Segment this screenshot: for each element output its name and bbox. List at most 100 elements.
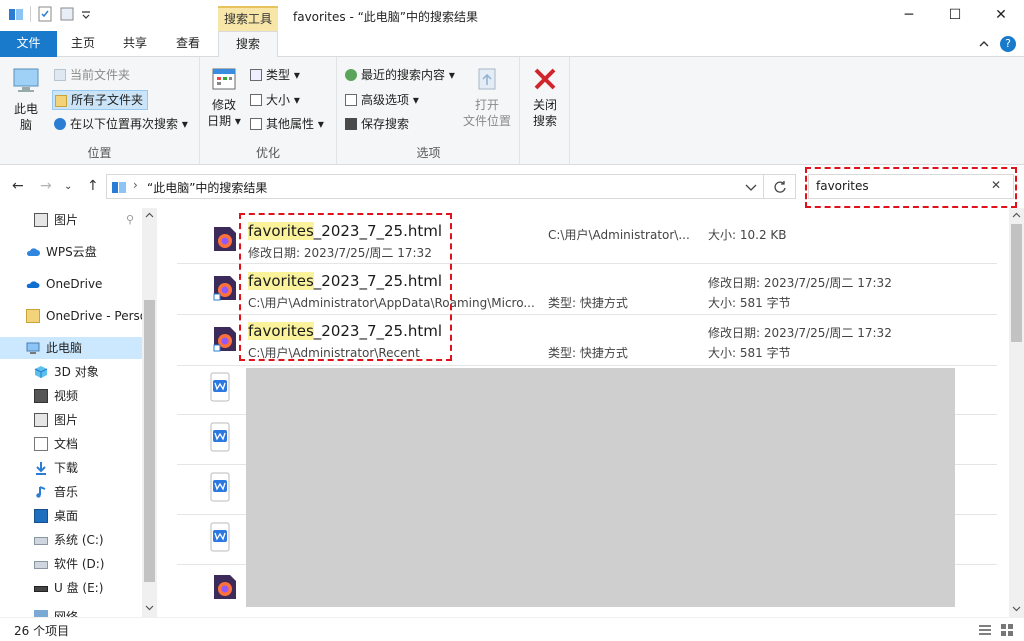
nav-label: OneDrive - Perso: [46, 309, 148, 323]
tab-share[interactable]: 共享: [114, 31, 156, 57]
open-file-location-label-1: 打开: [474, 98, 499, 112]
close-search-label-1: 关闭: [532, 98, 557, 112]
results-scrollbar[interactable]: [1009, 208, 1024, 617]
current-folder-label: 当前文件夹: [70, 68, 131, 82]
search-again-button[interactable]: 在以下位置再次搜索 ▾: [52, 114, 192, 134]
properties-icon[interactable]: [37, 6, 53, 22]
file-size: 大小: 581 字节: [708, 346, 791, 360]
chevron-down-icon[interactable]: [745, 182, 757, 192]
current-folder-button[interactable]: 当前文件夹: [52, 65, 134, 85]
drive-icon: [34, 561, 48, 569]
cloud-icon: [26, 248, 40, 256]
pictures-icon: [34, 213, 48, 227]
file-type: 类型: 快捷方式: [548, 346, 628, 360]
nav-label: 此电脑: [46, 341, 83, 355]
breadcrumb[interactable]: “此电脑”中的搜索结果: [147, 179, 267, 196]
advanced-options-button[interactable]: 高级选项 ▾: [343, 90, 423, 110]
location-group: 此电 脑 当前文件夹 所有子文件夹 在以下位置再次搜索 ▾ 位置: [0, 57, 200, 165]
explorer-icon[interactable]: [8, 6, 24, 22]
up-arrow-icon[interactable]: ↑: [87, 178, 99, 194]
folder-icon: [26, 309, 40, 323]
nav-label: 音乐: [54, 485, 79, 499]
scroll-down-icon[interactable]: [145, 605, 154, 611]
quick-access-toolbar: [8, 6, 91, 22]
refresh-icon[interactable]: [773, 180, 787, 194]
firefox-html-file-icon: [214, 575, 236, 599]
navigation-pane: 图片 ⚲ WPS云盘 OneDrive OneDrive - Perso 此电脑…: [0, 208, 157, 617]
maximize-button[interactable]: ☐: [932, 0, 978, 31]
nav-label: 文档: [54, 437, 79, 451]
this-pc-button[interactable]: 此电 脑: [6, 65, 46, 133]
kind-button[interactable]: 类型 ▾: [248, 65, 304, 85]
nav-item-pictures-pinned[interactable]: 图片 ⚲: [34, 209, 134, 231]
all-subfolders-button[interactable]: 所有子文件夹: [52, 90, 149, 110]
music-icon: [36, 486, 46, 498]
ribbon-tabs: 文件 主页 共享 查看 搜索 ?: [0, 31, 1024, 58]
download-icon: [36, 462, 46, 475]
item-count: 26 个项目: [14, 624, 70, 638]
dropdown-arrow-icon: ▾: [231, 114, 241, 128]
search-tools-context-label: 搜索工具: [218, 6, 278, 31]
help-icon[interactable]: ?: [1000, 36, 1016, 52]
large-icons-view-icon[interactable]: [1000, 623, 1014, 637]
results-scrollbar-thumb[interactable]: [1011, 224, 1022, 342]
breadcrumb-separator[interactable]: ›: [133, 178, 138, 192]
title-bar: 搜索工具 favorites - “此电脑”中的搜索结果 ─ ☐ ✕: [0, 0, 1024, 31]
desktop-icon: [34, 509, 48, 523]
firefox-shortcut-icon: [213, 327, 236, 352]
scroll-up-icon[interactable]: [1012, 212, 1021, 218]
save-icon: [345, 118, 357, 130]
forward-arrow-icon[interactable]: →: [40, 178, 52, 194]
pin-icon[interactable]: ⚲: [126, 209, 134, 231]
nav-label: 系统 (C:): [54, 533, 104, 547]
nav-label: 视频: [54, 389, 79, 403]
file-location: C:\用户\Administrator\...: [548, 228, 690, 242]
red-x-icon: [534, 68, 556, 90]
file-size: 大小: 10.2 KB: [708, 228, 787, 242]
file-size: 大小: 581 字节: [708, 296, 791, 310]
details-view-icon[interactable]: [978, 623, 992, 637]
results-highlight-annotation: [239, 213, 452, 361]
minimize-button[interactable]: ─: [886, 0, 932, 31]
dropdown-arrow-icon: ▾: [290, 93, 300, 107]
tab-view[interactable]: 查看: [167, 31, 209, 57]
date-modified-button[interactable]: 修改 日期 ▾: [206, 65, 242, 129]
address-bar[interactable]: › “此电脑”中的搜索结果: [106, 174, 796, 199]
tab-home[interactable]: 主页: [62, 31, 104, 57]
computer-icon: [26, 342, 40, 354]
recent-searches-button[interactable]: 最近的搜索内容 ▾: [343, 65, 459, 85]
nav-item-this-pc[interactable]: 此电脑: [0, 337, 142, 359]
close-button[interactable]: ✕: [978, 0, 1024, 31]
pictures-icon: [34, 413, 48, 427]
close-search-label-2: 搜索: [532, 114, 557, 128]
open-location-icon: [478, 68, 496, 90]
history-chevron-icon[interactable]: ⌄: [64, 181, 72, 192]
size-button[interactable]: 大小 ▾: [248, 90, 304, 110]
advanced-options-icon: [345, 94, 357, 106]
wps-writer-icon: [210, 422, 230, 452]
search-again-label: 在以下位置再次搜索: [70, 117, 179, 131]
date-modified-label-2-text: 日期: [207, 114, 232, 128]
scroll-up-icon[interactable]: [145, 212, 154, 218]
back-arrow-icon[interactable]: ←: [12, 178, 24, 194]
dropdown-arrow-icon: ▾: [445, 68, 455, 82]
dropdown-arrow-icon: ▾: [178, 117, 188, 131]
options-group: 最近的搜索内容 ▾ 高级选项 ▾ 保存搜索 打开 文件位置 选项: [337, 57, 520, 165]
save-search-button[interactable]: 保存搜索: [343, 114, 413, 134]
scroll-down-icon[interactable]: [1012, 606, 1021, 612]
close-search-button[interactable]: 关闭 搜索: [524, 65, 566, 129]
new-folder-icon[interactable]: [59, 6, 75, 22]
document-icon: [34, 437, 48, 451]
tab-search[interactable]: 搜索: [218, 31, 278, 58]
firefox-html-file-icon: [214, 227, 236, 251]
other-properties-button[interactable]: 其他属性 ▾: [248, 114, 328, 134]
nav-label: 图片: [54, 213, 79, 227]
tab-file[interactable]: 文件: [0, 31, 57, 57]
size-label: 大小: [266, 93, 291, 107]
open-file-location-button[interactable]: 打开 文件位置: [461, 65, 513, 129]
nav-label: 3D 对象: [54, 365, 99, 379]
nav-scrollbar-thumb[interactable]: [144, 300, 155, 582]
qat-dropdown-icon[interactable]: [81, 6, 91, 22]
chevron-up-icon[interactable]: [978, 38, 990, 50]
advanced-options-label: 高级选项: [361, 93, 410, 107]
